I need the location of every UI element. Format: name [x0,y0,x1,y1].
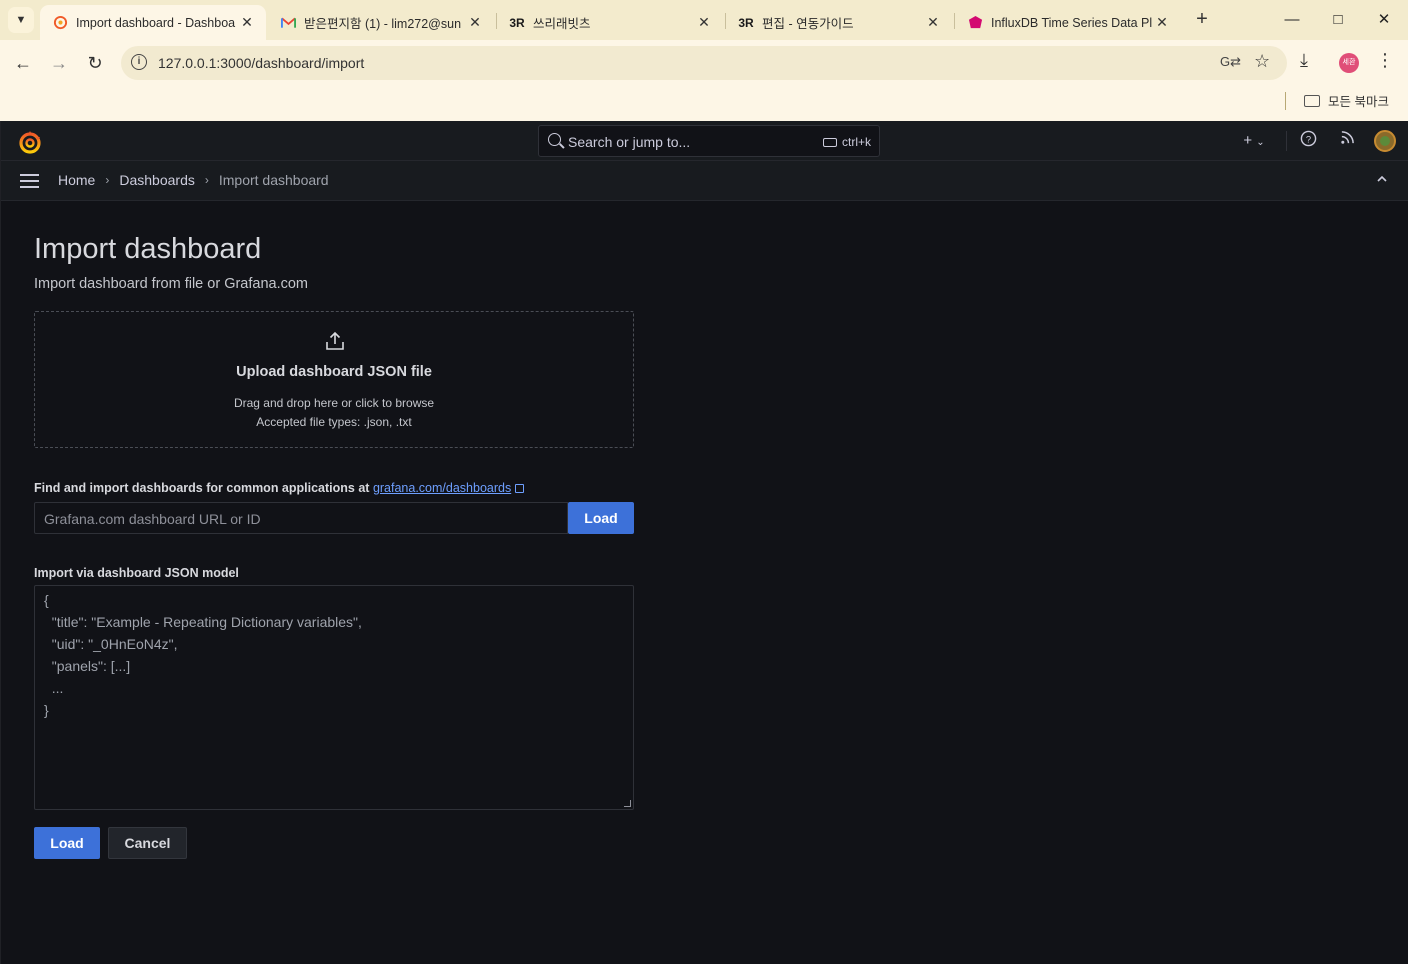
menu-hamburger-icon[interactable] [20,174,39,188]
url-text: 127.0.0.1:3000/dashboard/import [158,55,365,71]
resize-handle[interactable] [624,800,631,807]
grafana-logo-icon [52,15,68,31]
keyboard-shortcut: ctrl+k [822,135,871,149]
all-bookmarks-folder[interactable]: 모든 북마크 [1304,91,1389,110]
influxdb-icon [967,15,983,31]
close-icon[interactable]: ✕ [238,14,256,31]
page-subtitle: Import dashboard from file or Grafana.co… [34,276,309,292]
cancel-button[interactable]: Cancel [108,827,187,859]
bookmarks-bar: 모든 북마크 [0,86,1408,121]
gcom-link[interactable]: grafana.com/dashboards [373,481,511,495]
browser-menu-icon[interactable]: ⋮ [1376,50,1394,71]
svg-text:?: ? [1305,134,1310,145]
translate-icon[interactable]: G⇄ [1220,54,1241,72]
page-title: Import dashboard [34,233,262,265]
tab-title: InfluxDB Time Series Data Pl [991,15,1153,30]
3r-icon: 3R [509,15,525,30]
user-avatar[interactable] [1374,130,1396,152]
tab-title: 받은편지함 (1) - lim272@sun [304,17,462,31]
news-rss-icon[interactable] [1337,130,1357,152]
gcom-url-input[interactable]: Grafana.com dashboard URL or ID [34,502,568,534]
breadcrumb: Home › Dashboards › Import dashboard [58,172,329,188]
folder-icon [1304,94,1320,107]
close-icon[interactable]: ✕ [695,14,713,31]
gmail-icon [280,15,296,31]
close-window-button[interactable]: ✕ [1361,6,1407,34]
breadcrumb-dashboards[interactable]: Dashboards [119,172,195,188]
external-link-icon [515,484,525,493]
upload-accepted-types: Accepted file types: .json, .txt [256,415,412,429]
close-icon[interactable]: ✕ [1153,14,1171,31]
browser-chrome: ▼ Import dashboard - Dashboa ✕ 받은편지함 (1)… [0,0,1408,121]
json-placeholder-line: ... [44,680,64,696]
json-placeholder-line: "title": "Example - Repeating Dictionary… [44,614,362,630]
top-nav-bar: Search or jump to... ctrl+k + ⌄ ? [1,121,1408,161]
search-icon [548,133,561,146]
folder-label: 모든 북마크 [1328,95,1389,109]
breadcrumb-current: Import dashboard [218,172,329,188]
tab-3rabbitz[interactable]: 3R 쓰리래빗츠 ✕ [497,5,723,40]
gcom-load-button[interactable]: Load [568,502,634,534]
json-model-label: Import via dashboard JSON model [34,566,239,580]
search-placeholder: Search or jump to... [568,134,691,150]
json-placeholder-line: { [44,592,49,608]
tab-import-dashboard[interactable]: Import dashboard - Dashboa ✕ [40,5,266,40]
shortcut-text: ctrl+k [841,135,871,149]
tab-search-button[interactable]: ▼ [8,7,34,33]
json-model-textarea[interactable]: { "title": "Example - Repeating Dictiona… [34,585,634,810]
tab-strip: ▼ Import dashboard - Dashboa ✕ 받은편지함 (1)… [0,0,1408,40]
chevron-right-icon: › [105,173,110,187]
grafana-logo-icon[interactable] [17,129,43,155]
3r-icon: 3R [738,15,754,30]
tab-influxdb[interactable]: InfluxDB Time Series Data Pl ✕ [955,5,1181,40]
help-icon[interactable]: ? [1298,130,1318,152]
maximize-button[interactable]: □ [1315,6,1361,34]
address-bar[interactable]: i 127.0.0.1:3000/dashboard/import G⇄ ☆ [121,46,1287,80]
tab-title: Import dashboard - Dashboa [76,15,236,30]
add-new-button[interactable]: + ⌄ [1239,130,1269,152]
tab-gmail[interactable]: 받은편지함 (1) - lim272@sun ✕ [268,5,494,40]
chevron-right-icon: › [204,173,209,187]
download-icon[interactable]: ⤓ [1300,50,1308,71]
bookmark-star-icon[interactable]: ☆ [1254,51,1270,72]
new-tab-button[interactable]: + [1190,8,1214,32]
breadcrumb-home[interactable]: Home [58,172,95,188]
load-button[interactable]: Load [34,827,100,859]
bookmarks-separator [1285,92,1286,110]
upload-hint: Drag and drop here or click to browse [233,396,435,410]
site-info-icon[interactable]: i [131,54,147,70]
upload-dropzone[interactable]: Upload dashboard JSON file Drag and drop… [34,311,634,448]
tab-title: 편집 - 연동가이드 [762,17,854,31]
back-button[interactable]: ← [9,49,37,77]
minimize-button[interactable]: — [1269,6,1315,34]
breadcrumb-bar: Home › Dashboards › Import dashboard [1,161,1408,201]
tab-title: 쓰리래빗츠 [533,17,591,31]
upload-icon [324,330,346,352]
close-icon[interactable]: ✕ [466,14,484,31]
profile-avatar[interactable]: 세환 [1339,53,1359,73]
gcom-label-text: Find and import dashboards for common ap… [34,481,370,495]
chevron-up-icon[interactable] [1376,173,1390,187]
tab-edit-guide[interactable]: 3R 편집 - 연동가이드 ✕ [726,5,952,40]
reload-button[interactable]: ↻ [81,49,109,77]
json-placeholder-line: "panels": [...] [44,658,131,674]
upload-title: Upload dashboard JSON file [236,364,432,380]
browser-toolbar: ← → ↻ i 127.0.0.1:3000/dashboard/import … [0,40,1408,86]
topbar-separator [1286,131,1287,151]
forward-button[interactable]: → [45,49,73,77]
gcom-url-placeholder: Grafana.com dashboard URL or ID [44,511,261,527]
keyboard-icon [822,137,837,147]
json-placeholder-line: } [44,702,49,718]
search-bar[interactable]: Search or jump to... ctrl+k [538,125,880,157]
gcom-label: Find and import dashboards for common ap… [34,481,525,495]
close-icon[interactable]: ✕ [924,14,942,31]
grafana-app: Search or jump to... ctrl+k + ⌄ ? Home ›… [0,121,1408,964]
json-placeholder-line: "uid": "_0HnEoN4z", [44,636,178,652]
